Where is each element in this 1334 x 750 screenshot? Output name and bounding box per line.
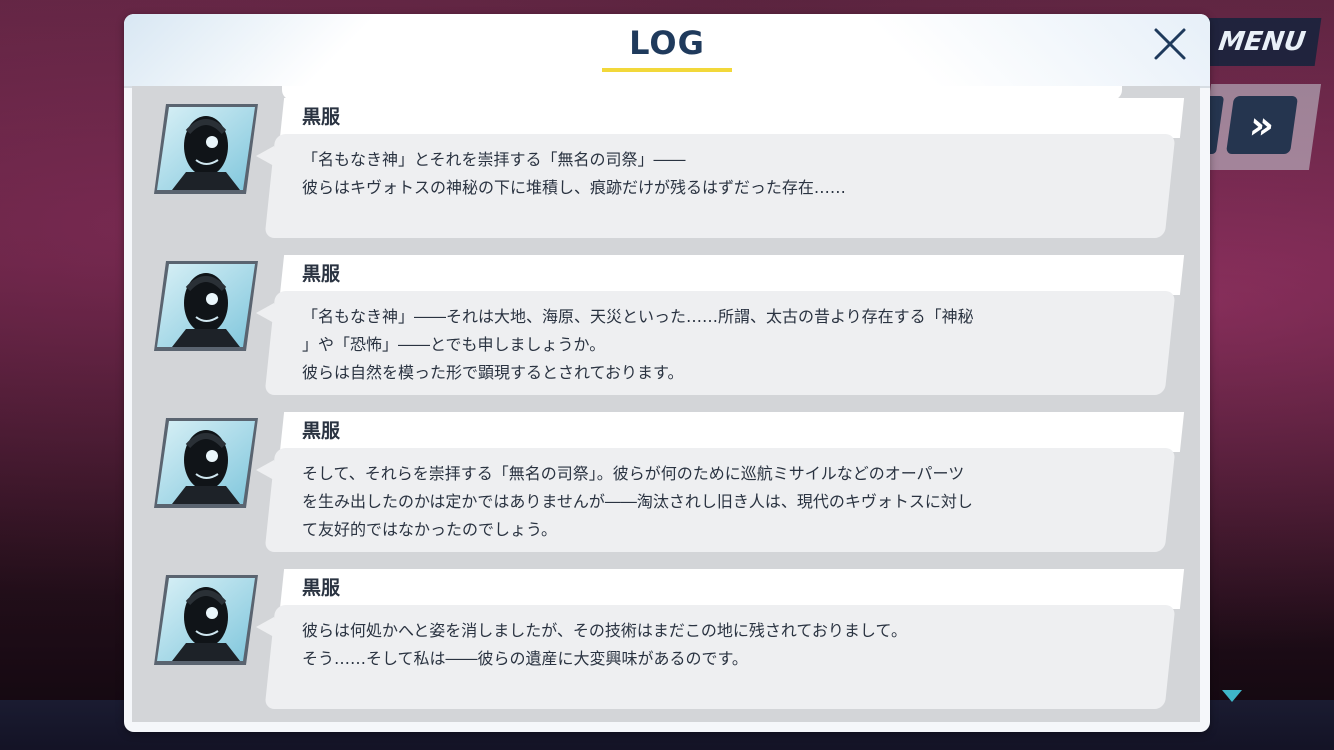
log-entry: 黒服 そして、それらを崇拝する「無名の司祭」。彼らが何のために巡航ミサイルなどの… <box>132 400 1200 552</box>
speech-bubble-tail <box>256 617 274 637</box>
log-header: LOG <box>124 14 1210 88</box>
speaker-avatar <box>152 259 260 353</box>
menu-button[interactable]: MENU <box>1192 18 1322 66</box>
speaker-name-bar <box>279 255 1185 295</box>
log-scroll-area[interactable]: 黒服 「名もなき神」とそれを崇拝する「無名の司祭」―― 彼らはキヴォトスの神秘の… <box>132 86 1200 722</box>
log-entry: 黒服 「名もなき神」――それは大地、海原、天災といった……所謂、太古の昔より存在… <box>132 243 1200 395</box>
speaker-avatar <box>152 573 260 667</box>
speaker-avatar <box>152 102 260 196</box>
speech-bubble-tail <box>256 146 274 166</box>
close-button[interactable] <box>1150 24 1190 64</box>
scroll-down-icon[interactable] <box>1222 690 1242 702</box>
speaker-name-bar <box>279 569 1185 609</box>
speaker-name-bar <box>279 412 1185 452</box>
speaker-avatar <box>152 416 260 510</box>
speaker-name: 黒服 <box>302 577 341 599</box>
dialogue-text: 「名もなき神」とそれを崇拝する「無名の司祭」―― 彼らはキヴォトスの神秘の下に堆… <box>302 150 846 197</box>
dialogue-text: 彼らは何処かへと姿を消しましたが、その技術はまだこの地に残されておりまして。 そ… <box>302 621 907 668</box>
log-window: LOG 黒服 「名もなき神」とそれを崇拝する「無名の司祭」―― 彼らはキヴォトス… <box>124 14 1210 732</box>
log-entry: 黒服 「名もなき神」とそれを崇拝する「無名の司祭」―― 彼らはキヴォトスの神秘の… <box>132 86 1200 238</box>
speaker-name-bar <box>279 98 1185 138</box>
fast-forward-icon: » <box>1246 103 1278 147</box>
log-title: LOG <box>629 24 705 62</box>
dialogue-text: そして、それらを崇拝する「無名の司祭」。彼らが何のために巡航ミサイルなどのオーパ… <box>302 464 973 539</box>
speech-bubble-tail <box>256 460 274 480</box>
fast-forward-button[interactable]: » <box>1225 96 1299 154</box>
log-entry: 黒服 彼らは何処かへと姿を消しましたが、その技術はまだこの地に残されておりまして… <box>132 557 1200 709</box>
menu-button-label: MENU <box>1216 27 1308 57</box>
dialogue-text: 「名もなき神」――それは大地、海原、天災といった……所謂、太古の昔より存在する「… <box>302 307 974 382</box>
speaker-name: 黒服 <box>302 263 341 285</box>
speech-bubble-tail <box>256 303 274 323</box>
log-title-underline <box>602 68 732 72</box>
speaker-name: 黒服 <box>302 106 341 128</box>
speaker-name: 黒服 <box>302 420 341 442</box>
close-icon <box>1154 28 1186 60</box>
